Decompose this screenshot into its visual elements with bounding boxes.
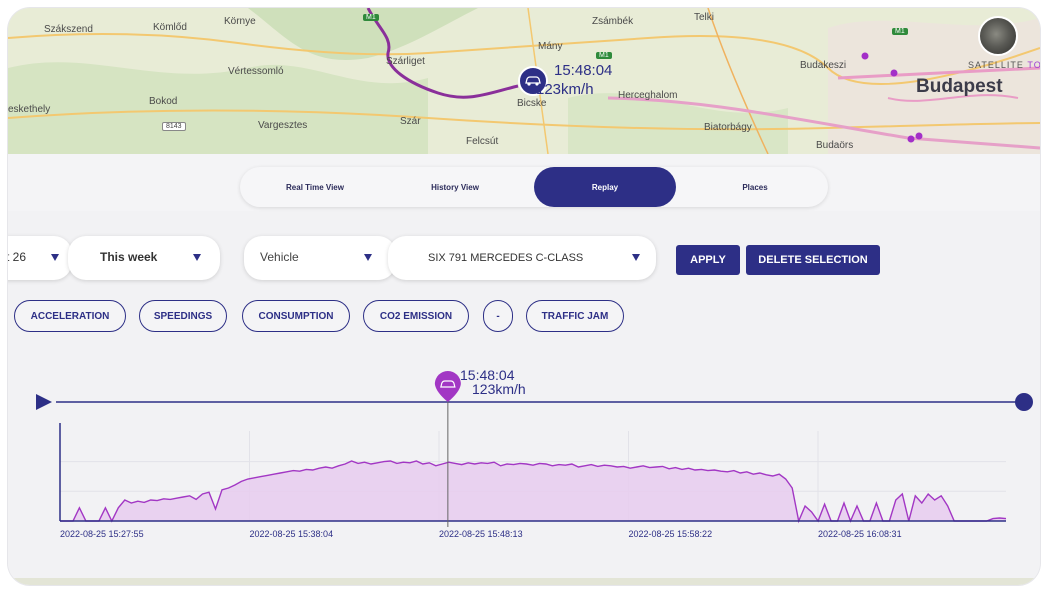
map-place-label: Vargesztes bbox=[258, 120, 308, 131]
road-badge: 8143 bbox=[162, 122, 186, 131]
tab-places[interactable]: Places bbox=[690, 167, 820, 207]
map-place-label: Budaörs bbox=[816, 140, 854, 151]
cursor-time: 15:48:04 bbox=[460, 367, 515, 383]
map-place-label: Budakeszi bbox=[800, 60, 847, 71]
map-place-label: Herceghalom bbox=[618, 90, 678, 101]
road-badge: M1 bbox=[892, 28, 908, 35]
vehicle-select-value: SIX 791 MERCEDES C-CLASS bbox=[428, 252, 584, 264]
date-select-value: t 26 bbox=[8, 250, 27, 264]
x-tick-label: 2022-08-25 15:48:13 bbox=[439, 529, 523, 539]
map-place-label: Vértessomló bbox=[228, 66, 284, 77]
map-place-label: Szárliget bbox=[386, 56, 425, 67]
map-place-label: Környe bbox=[224, 16, 256, 27]
map-place-label: Felcsút bbox=[466, 136, 499, 147]
road-badge: M1 bbox=[363, 14, 379, 21]
x-tick-label: 2022-08-25 15:27:55 bbox=[60, 529, 144, 539]
delete-selection-button[interactable]: DELETE SELECTION bbox=[746, 245, 880, 275]
tab-real-time-view[interactable]: Real Time View bbox=[250, 167, 380, 207]
app-frame: Szákszend Kömlőd Környe Zsámbék Telki Má… bbox=[8, 8, 1040, 585]
marker-speed: 123km/h bbox=[536, 81, 594, 98]
x-tick-label: 2022-08-25 16:08:31 bbox=[818, 529, 902, 539]
chip-speedings[interactable]: SPEEDINGS bbox=[139, 300, 227, 332]
map-place-label: Biatorbágy bbox=[704, 122, 752, 133]
map-place-label: Szár bbox=[400, 116, 421, 127]
map-view-bottom bbox=[8, 578, 1040, 585]
map-place-label: Budapest bbox=[916, 76, 1003, 97]
map-place-label: Bokod bbox=[149, 96, 178, 107]
play-icon[interactable] bbox=[36, 394, 52, 410]
map-place-label: eskethely bbox=[8, 104, 51, 115]
map-view[interactable]: Szákszend Kömlőd Környe Zsámbék Telki Má… bbox=[8, 8, 1040, 154]
layer-label-2: TO bbox=[1027, 60, 1040, 70]
vehicle-type-value: Vehicle bbox=[260, 250, 299, 264]
period-select-value: This week bbox=[100, 250, 158, 264]
map-place-label: Zsámbék bbox=[592, 16, 634, 27]
satellite-toggle[interactable] bbox=[978, 16, 1018, 56]
map-place-label: Bicske bbox=[517, 98, 547, 109]
chip-consumption[interactable]: CONSUMPTION bbox=[242, 300, 350, 332]
marker-time: 15:48:04 bbox=[554, 62, 613, 79]
x-tick-label: 2022-08-25 15:38:04 bbox=[249, 529, 334, 539]
tab-history-view[interactable]: History View bbox=[390, 167, 520, 207]
chip-acceleration[interactable]: ACCELERATION bbox=[14, 300, 126, 332]
road-badge: M1 bbox=[596, 52, 612, 59]
tab-replay[interactable]: Replay bbox=[534, 167, 676, 207]
cursor-speed: 123km/h bbox=[472, 381, 526, 397]
chip-co2-emission[interactable]: CO2 EMISSION bbox=[363, 300, 469, 332]
map-place-label: Kömlőd bbox=[153, 22, 187, 33]
timeline-end-handle[interactable] bbox=[1015, 393, 1033, 411]
view-tabs: Real Time View History View Replay Place… bbox=[240, 167, 828, 207]
chip-traffic-jam[interactable]: TRAFFIC JAM bbox=[526, 300, 624, 332]
chip-dash[interactable]: - bbox=[483, 300, 513, 332]
map-place-label: Mány bbox=[538, 41, 563, 52]
map-place-label: Szákszend bbox=[44, 24, 93, 35]
map-place-label: Telki bbox=[694, 12, 715, 23]
x-tick-label: 2022-08-25 15:58:22 bbox=[628, 529, 713, 539]
apply-button[interactable]: APPLY bbox=[676, 245, 740, 275]
satellite-label: SATELLITE TO bbox=[968, 60, 1040, 70]
